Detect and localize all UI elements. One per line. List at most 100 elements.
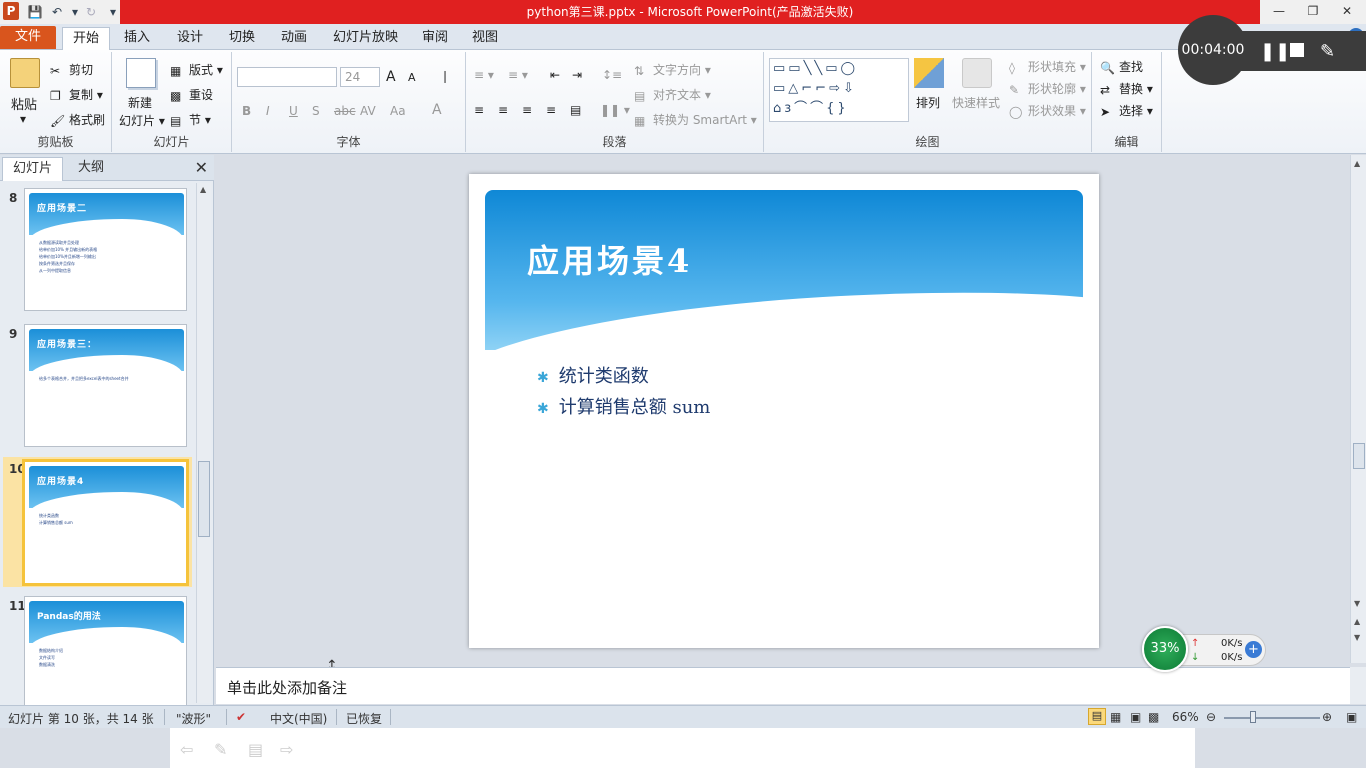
zoom-in-icon[interactable]: ⊕ bbox=[1322, 710, 1332, 724]
previous-slide-icon[interactable]: ▲ bbox=[1354, 617, 1360, 626]
format-painter-button[interactable]: 🖌 格式刷 bbox=[50, 111, 105, 128]
pause-icon[interactable]: ❚❚ bbox=[1260, 41, 1290, 62]
shrink-font-button[interactable]: A bbox=[408, 71, 416, 84]
line-spacing-icon[interactable]: ↕≡ bbox=[602, 68, 622, 82]
normal-view-icon[interactable]: ▤ bbox=[1088, 708, 1106, 725]
slide-bullet[interactable]: ✱ 统计类函数 bbox=[537, 362, 649, 388]
smartart-button[interactable]: ▦ 转换为 SmartArt ▾ bbox=[634, 111, 757, 128]
slide-scrollbar[interactable]: ▲ ▼ ▲ ▼ bbox=[1350, 155, 1366, 663]
reading-view-icon[interactable]: ▣ bbox=[1130, 710, 1141, 724]
tab-home[interactable]: 开始 bbox=[62, 27, 111, 50]
close-pane-icon[interactable]: ✕ bbox=[195, 158, 208, 177]
align-left-icon[interactable]: ≡ bbox=[474, 103, 484, 117]
slide-bullet[interactable]: ✱ 计算销售总额 sum bbox=[537, 393, 710, 419]
scrollbar-thumb[interactable] bbox=[198, 461, 210, 537]
zoom-slider-track[interactable] bbox=[1224, 717, 1320, 719]
replace-button[interactable]: ⇄ 替换 ▾ bbox=[1100, 80, 1153, 97]
scroll-up-icon[interactable]: ▲ bbox=[200, 185, 206, 194]
tab-insert[interactable]: 插入 bbox=[114, 27, 160, 50]
slide-title[interactable]: 应用场景4 bbox=[527, 236, 692, 282]
new-slide-dropdown[interactable]: 幻灯片 ▾ bbox=[119, 112, 165, 129]
forward-arrow-icon[interactable]: ⇨ bbox=[280, 740, 293, 759]
font-color-button[interactable]: A bbox=[432, 102, 442, 118]
copy-button[interactable]: ❐ 复制 ▾ bbox=[50, 86, 103, 103]
font-name-combo[interactable] bbox=[237, 67, 337, 87]
tab-animations[interactable]: 动画 bbox=[271, 27, 317, 50]
reset-button[interactable]: ▩ 重设 bbox=[170, 86, 213, 103]
stop-icon[interactable] bbox=[1290, 43, 1304, 57]
new-slide-button[interactable]: 新建 bbox=[128, 94, 152, 111]
section-button[interactable]: ▤ 节 ▾ bbox=[170, 111, 211, 128]
shape-fill-button[interactable]: ◊ 形状填充 ▾ bbox=[1009, 58, 1086, 75]
text-direction-button[interactable]: ⇅ 文字方向 ▾ bbox=[634, 61, 711, 78]
shape-effects-button[interactable]: ◯ 形状效果 ▾ bbox=[1009, 102, 1086, 119]
tab-review[interactable]: 审阅 bbox=[412, 27, 458, 50]
underline-button[interactable]: U bbox=[289, 104, 298, 118]
strikethrough-button[interactable]: abc bbox=[334, 104, 356, 118]
slide-sorter-icon[interactable]: ▦ bbox=[1110, 710, 1121, 724]
arrange-button[interactable]: 排列 bbox=[916, 94, 940, 111]
language[interactable]: 中文(中国) bbox=[270, 710, 327, 727]
cut-button[interactable]: ✂ 剪切 bbox=[50, 61, 93, 78]
slide-thumbnail-selected[interactable]: 应用场景4 统计类函数 计算销售总额 sum bbox=[22, 459, 189, 586]
clear-format-icon[interactable]: ❘ bbox=[440, 69, 450, 83]
slide-thumbnail[interactable]: 应用场景三： 给多个表格合并，并且把多excel表中的sheet合并 bbox=[24, 324, 187, 447]
text-shadow-button[interactable]: S bbox=[312, 104, 320, 118]
find-button[interactable]: 🔍 查找 bbox=[1100, 58, 1143, 75]
back-arrow-icon[interactable]: ⇦ bbox=[180, 740, 193, 759]
bullets-icon[interactable]: ≡ ▾ bbox=[474, 68, 494, 82]
align-right-icon[interactable]: ≡ bbox=[522, 103, 532, 117]
slides-pane-scrollbar[interactable]: ▲ bbox=[196, 183, 211, 703]
zoom-out-icon[interactable]: ⊖ bbox=[1206, 710, 1216, 724]
tab-outline[interactable]: 大纲 bbox=[68, 157, 114, 181]
redo-icon[interactable]: ↻ bbox=[82, 3, 100, 21]
save-icon[interactable]: 💾 bbox=[26, 3, 44, 21]
pen-icon[interactable]: ✎ bbox=[1320, 41, 1335, 62]
scroll-down-icon[interactable]: ▼ bbox=[1354, 599, 1360, 608]
tab-slideshow[interactable]: 幻灯片放映 bbox=[323, 27, 408, 50]
undo-icon[interactable]: ↶ bbox=[48, 3, 66, 21]
slide-canvas[interactable]: 应用场景4 ✱ 统计类函数 ✱ 计算销售总额 sum bbox=[469, 174, 1099, 648]
zoom-level[interactable]: 66% bbox=[1172, 710, 1199, 724]
grow-font-button[interactable]: A bbox=[386, 69, 396, 85]
scrollbar-thumb[interactable] bbox=[1353, 443, 1365, 469]
pen-icon[interactable]: ✎ bbox=[214, 740, 227, 759]
justify-icon[interactable]: ≡ bbox=[546, 103, 556, 117]
paste-button[interactable]: 粘贴 bbox=[11, 94, 37, 113]
spellcheck-icon[interactable]: ✔ bbox=[236, 710, 246, 724]
numbering-icon[interactable]: ≡ ▾ bbox=[508, 68, 528, 82]
plus-icon[interactable]: + bbox=[1245, 641, 1262, 658]
italic-button[interactable]: I bbox=[266, 104, 270, 118]
tab-view[interactable]: 视图 bbox=[462, 27, 508, 50]
layout-button[interactable]: ▦ 版式 ▾ bbox=[170, 61, 223, 78]
tab-file[interactable]: 文件 bbox=[0, 26, 56, 49]
decrease-indent-icon[interactable]: ⇤ bbox=[550, 68, 560, 82]
next-slide-icon[interactable]: ▼ bbox=[1354, 633, 1360, 642]
tab-slides[interactable]: 幻灯片 bbox=[2, 157, 64, 181]
bold-button[interactable]: B bbox=[242, 104, 251, 118]
align-text-button[interactable]: ▤ 对齐文本 ▾ bbox=[634, 86, 711, 103]
paste-dropdown-icon[interactable]: ▾ bbox=[20, 112, 26, 126]
scroll-up-icon[interactable]: ▲ bbox=[1354, 159, 1360, 168]
select-button[interactable]: ➤ 选择 ▾ bbox=[1100, 102, 1153, 119]
char-spacing-button[interactable]: AV bbox=[360, 104, 376, 118]
notes-placeholder[interactable]: 单击此处添加备注 bbox=[227, 677, 347, 698]
zoom-slider-handle[interactable] bbox=[1250, 711, 1256, 723]
slide-thumbnail[interactable]: 应用场景二 从数据源读取并且处理 给单价加10% 并且输出新的表格 给单价加10… bbox=[24, 188, 187, 311]
network-speed-widget[interactable]: ↑ 0K/s ↓ 0K/s + 33% bbox=[1142, 626, 1268, 672]
theme-name[interactable]: "波形" bbox=[176, 710, 211, 727]
align-center-icon[interactable]: ≡ bbox=[498, 103, 508, 117]
font-size-combo[interactable]: 24 bbox=[340, 67, 380, 87]
shapes-gallery[interactable]: ▭▭╲╲▭◯ ▭△⌐⌐⇨⇩ ⌂ɜ⌒⌒{} bbox=[769, 58, 909, 122]
increase-indent-icon[interactable]: ⇥ bbox=[572, 68, 582, 82]
tab-transitions[interactable]: 切换 bbox=[219, 27, 265, 50]
shape-outline-button[interactable]: ✎ 形状轮廓 ▾ bbox=[1009, 80, 1086, 97]
fit-to-window-icon[interactable]: ▣ bbox=[1346, 710, 1357, 724]
slide-thumbnail[interactable]: Pandas的用法 数据结构介绍 文件读写 数据清洗 bbox=[24, 596, 187, 706]
notes-pane[interactable]: 单击此处添加备注 bbox=[216, 667, 1350, 704]
change-case-button[interactable]: Aa bbox=[390, 104, 406, 118]
tab-design[interactable]: 设计 bbox=[167, 27, 213, 50]
slideshow-view-icon[interactable]: ▩ bbox=[1148, 710, 1159, 724]
distribute-icon[interactable]: ▤ bbox=[570, 103, 581, 117]
columns-icon[interactable]: ❚❚ ▾ bbox=[600, 103, 630, 117]
